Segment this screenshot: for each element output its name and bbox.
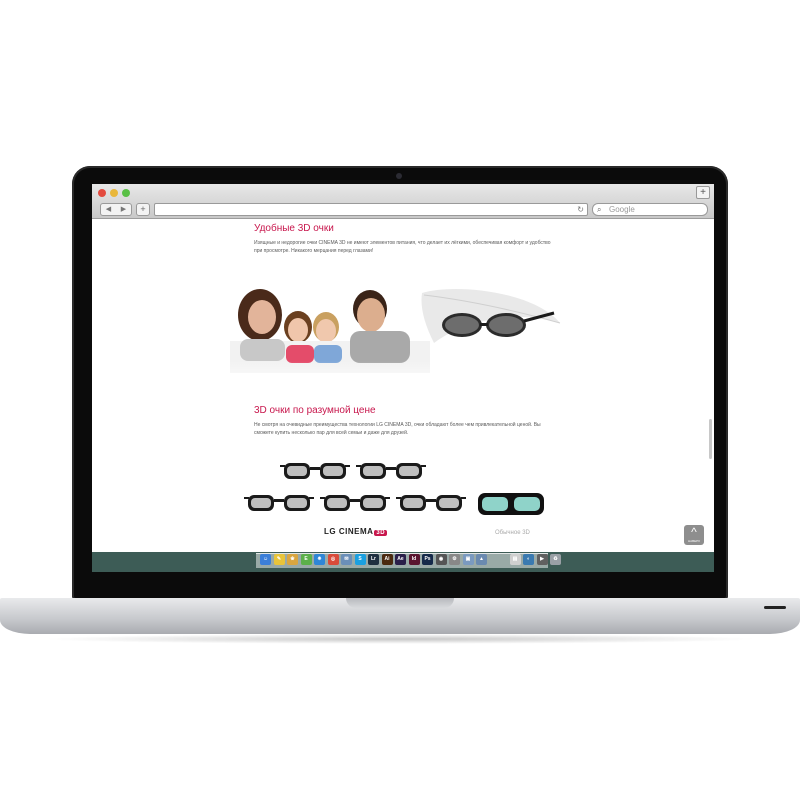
cinema-3d-glasses: [244, 495, 314, 511]
lg-cinema-text: LG CINEMA: [324, 527, 374, 536]
photoshop-icon[interactable]: Ps: [422, 554, 433, 565]
section-text-comfortable: Изящные и недорогие очки CINEMA 3D не им…: [254, 240, 551, 254]
preview-icon[interactable]: ▣: [462, 554, 474, 565]
section-title-comfortable: Удобные 3D очки: [254, 223, 334, 234]
browser-chrome: + ◀ ▶ + ↻ ⌕ Google: [92, 184, 714, 219]
evernote-icon[interactable]: E: [300, 554, 312, 565]
cinema-3d-glasses: [280, 463, 350, 479]
finder-icon[interactable]: ☺: [260, 554, 271, 565]
aftereffects-icon[interactable]: Ae: [395, 554, 406, 565]
ordinary-3d-label: Обычное 3D: [495, 530, 530, 536]
camera-icon: [396, 173, 402, 179]
documents-icon[interactable]: ▤: [509, 554, 521, 565]
scroll-to-top-label: НАВЕРХ: [687, 539, 701, 543]
family-photo: [230, 289, 430, 373]
screen: + ◀ ▶ + ↻ ⌕ Google Удобные 3D очки Изящн…: [92, 184, 714, 572]
globe-icon[interactable]: ◐: [523, 554, 534, 565]
chrome-icon[interactable]: ◎: [327, 554, 339, 565]
section-title-price: 3D очки по разумной цене: [254, 405, 376, 416]
laptop-shadow: [40, 634, 760, 644]
close-window-button[interactable]: [98, 189, 106, 197]
new-tab-button[interactable]: +: [136, 203, 150, 216]
camera-icon[interactable]: ◉: [435, 554, 447, 565]
feather-glasses-image: [421, 288, 561, 343]
video-icon[interactable]: ▶: [536, 554, 548, 565]
ordinary-3d-glasses: [478, 493, 544, 515]
zoom-window-button[interactable]: [122, 189, 130, 197]
minimize-window-button[interactable]: [110, 189, 118, 197]
photos-icon[interactable]: ❀: [287, 554, 298, 565]
cinema-3d-glasses: [320, 495, 390, 511]
up-arrow-icon: ^: [691, 525, 697, 539]
section-text-price: Не смотря на очевидные преимущества техн…: [254, 422, 541, 436]
laptop-sensor: [764, 606, 786, 609]
reload-icon[interactable]: ↻: [577, 204, 584, 215]
lightroom-icon[interactable]: Lr: [368, 554, 379, 565]
apps-icon[interactable]: ▲: [476, 554, 487, 565]
illustrator-icon[interactable]: Ai: [381, 554, 393, 565]
skype-icon[interactable]: S: [354, 554, 366, 565]
search-field[interactable]: ⌕ Google: [592, 203, 708, 216]
laptop-notch: [346, 598, 454, 608]
mail-icon[interactable]: ✉: [341, 554, 352, 565]
safari-icon[interactable]: ✵: [314, 554, 325, 565]
3d-badge: 3D: [374, 530, 388, 536]
back-button[interactable]: ◀: [106, 204, 111, 215]
scrollbar[interactable]: [709, 419, 712, 459]
search-placeholder: Google: [609, 205, 635, 214]
indesign-icon[interactable]: Id: [408, 554, 420, 565]
cinema-3d-glasses: [356, 463, 426, 479]
scroll-to-top-button[interactable]: ^ НАВЕРХ: [684, 525, 704, 545]
settings-icon[interactable]: ⚙: [449, 554, 460, 565]
forward-button[interactable]: ▶: [121, 204, 126, 215]
back-forward-buttons: ◀ ▶: [100, 203, 132, 216]
trash-icon[interactable]: ♻: [550, 554, 561, 565]
cinema-3d-glasses: [396, 495, 466, 511]
lg-cinema-label: LG CINEMA 3D: [324, 527, 388, 536]
image-fade: [230, 361, 566, 391]
web-page: Удобные 3D очки Изящные и недорогие очки…: [92, 219, 714, 552]
add-tab-button[interactable]: +: [696, 186, 710, 199]
search-icon: ⌕: [597, 205, 602, 214]
address-bar[interactable]: ↻: [154, 203, 588, 216]
notes-icon[interactable]: ✎: [273, 554, 285, 565]
